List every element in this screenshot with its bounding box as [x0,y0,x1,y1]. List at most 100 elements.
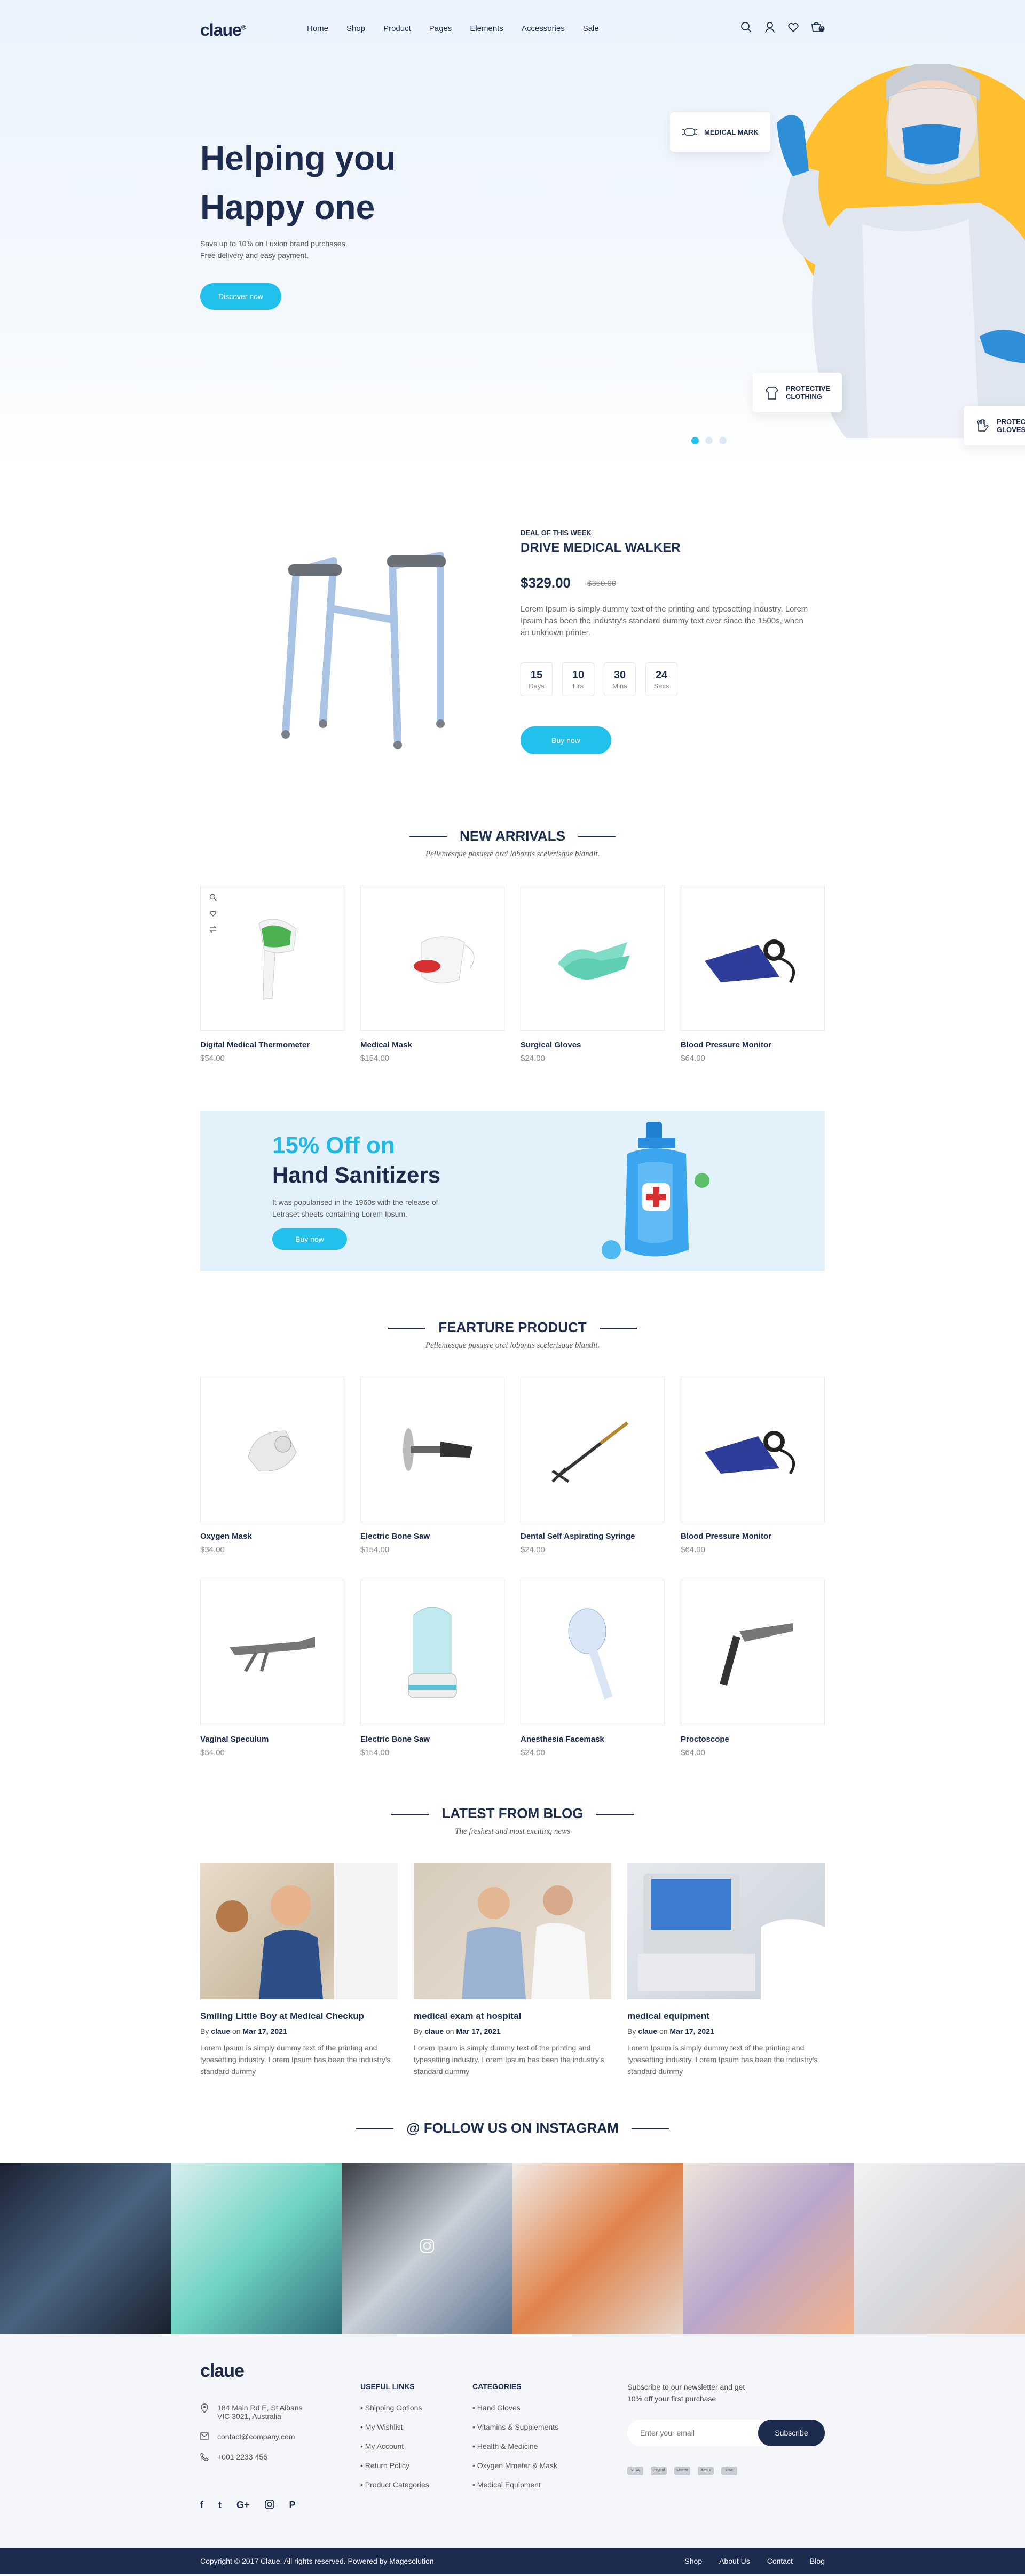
promo-buy-button[interactable]: Buy now [272,1228,347,1250]
footer-link-shipping[interactable]: Shipping Options [360,2403,429,2412]
product-name[interactable]: Electric Bone Saw [360,1735,504,1744]
nav-pages[interactable]: Pages [429,24,452,33]
product-name[interactable]: Electric Bone Saw [360,1532,504,1541]
footer-link-account[interactable]: My Account [360,2442,429,2450]
promo-banner: 15% Off on Hand Sanitizers It was popula… [200,1111,825,1271]
footer-email[interactable]: contact@company.com [217,2432,295,2441]
deal-buy-button[interactable]: Buy now [521,726,611,754]
blog-post[interactable]: Smiling Little Boy at Medical Checkup By… [200,1863,398,2077]
footer-logo[interactable]: claue [200,2361,245,2382]
product-name[interactable]: Medical Mask [360,1040,504,1050]
product-name[interactable]: Vaginal Speculum [200,1735,344,1744]
site-logo[interactable]: claue® [200,20,246,40]
slider-dot-1[interactable] [691,437,699,444]
blog-image[interactable] [414,1863,611,1999]
product-card[interactable]: Oxygen Mask $34.00 [200,1377,344,1554]
nav-product[interactable]: Product [383,24,411,33]
wishlist-icon[interactable] [209,910,217,917]
product-card[interactable]: Blood Pressure Monitor $64.00 [681,1377,825,1554]
product-name[interactable]: Digital Medical Thermometer [200,1040,344,1050]
heart-icon[interactable] [787,21,799,33]
nav-sale[interactable]: Sale [583,24,599,33]
footer-link-wishlist[interactable]: My Wishlist [360,2423,429,2431]
footer-phone[interactable]: +001 2233 456 [217,2453,267,2461]
bottom-link-about[interactable]: About Us [719,2557,750,2565]
compare-icon[interactable] [209,926,217,933]
product-name[interactable]: Blood Pressure Monitor [681,1532,825,1541]
discover-now-button[interactable]: Discover now [200,283,281,310]
instagram-photo[interactable] [683,2163,854,2334]
instagram-photo[interactable] [171,2163,342,2334]
blog-image[interactable] [200,1863,398,1999]
facebook-icon[interactable]: f [200,2500,203,2511]
mask-icon [682,126,698,138]
blog-meta: By claue on Mar 17, 2021 [414,2027,501,2035]
product-card[interactable]: Surgical Gloves $24.00 [521,886,665,1063]
blog-post[interactable]: medical exam at hospital By claue on Mar… [414,1863,611,2077]
payment-icons: VISA PayPal Master AmEx Disc [627,2467,737,2475]
nav-home[interactable]: Home [307,24,328,33]
product-name[interactable]: Oxygen Mask [200,1532,344,1541]
chip-protective-gloves[interactable]: PROTECTIVE GLOVES [964,406,1025,445]
blog-image[interactable] [627,1863,825,1999]
deal-price: $329.00 [521,575,571,591]
blog-excerpt: Lorem Ipsum is simply dummy text of the … [200,2043,391,2076]
product-image [681,1377,825,1522]
slider-dot-3[interactable] [719,437,727,444]
category-link[interactable]: Vitamins & Supplements [472,2423,558,2431]
footer-link-return[interactable]: Return Policy [360,2461,429,2470]
countdown-days: 15 Days [521,662,553,696]
product-card[interactable]: Anesthesia Facemask $24.00 [521,1580,665,1757]
instagram-photo[interactable] [0,2163,171,2334]
cart-icon[interactable]: 0 [811,21,825,33]
instagram-icon[interactable] [264,2500,274,2511]
category-link[interactable]: Medical Equipment [472,2480,558,2489]
blog-post-title[interactable]: medical exam at hospital [414,2011,611,2022]
pinterest-icon[interactable]: P [289,2500,296,2511]
bottom-link-contact[interactable]: Contact [767,2557,793,2565]
user-icon[interactable] [764,21,776,33]
search-icon[interactable] [740,21,752,33]
product-card[interactable]: Dental Self Aspirating Syringe $24.00 [521,1377,665,1554]
bottom-link-shop[interactable]: Shop [684,2557,702,2565]
product-name[interactable]: Anesthesia Facemask [521,1735,665,1744]
nav-accessories[interactable]: Accessories [522,24,565,33]
nav-elements[interactable]: Elements [470,24,503,33]
footer-link-categories[interactable]: Product Categories [360,2480,429,2489]
quick-view-icon[interactable] [209,894,217,901]
chip-medical-mask[interactable]: MEDICAL MARK [670,112,770,152]
category-link[interactable]: Hand Gloves [472,2403,558,2412]
product-card[interactable]: Electric Bone Saw $154.00 [360,1580,504,1757]
product-card[interactable]: Digital Medical Thermometer $54.00 [200,886,344,1063]
product-card[interactable]: Blood Pressure Monitor $64.00 [681,886,825,1063]
product-name[interactable]: Proctoscope [681,1735,825,1744]
chip-protective-clothing[interactable]: PROTECTIVE CLOTHING [753,373,842,412]
category-link[interactable]: Health & Medicine [472,2442,558,2450]
instagram-photo[interactable] [342,2163,512,2334]
product-card[interactable]: Proctoscope $64.00 [681,1580,825,1757]
site-header: claue® Home Shop Product Pages Elements … [200,0,825,59]
amex-icon: AmEx [698,2467,714,2475]
subscribe-button[interactable]: Subscribe [758,2420,825,2446]
nav-shop[interactable]: Shop [346,24,365,33]
product-card[interactable]: Vaginal Speculum $54.00 [200,1580,344,1757]
blog-post-title[interactable]: medical equipment [627,2011,825,2022]
blog-post[interactable]: medical equipment By claue on Mar 17, 20… [627,1863,825,2077]
category-link[interactable]: Oxygen Mmeter & Mask [472,2461,558,2470]
product-name[interactable]: Dental Self Aspirating Syringe [521,1532,665,1541]
google-plus-icon[interactable]: G+ [236,2500,250,2511]
twitter-icon[interactable]: t [218,2500,222,2511]
instagram-photo[interactable] [854,2163,1025,2334]
main-nav: Home Shop Product Pages Elements Accesso… [307,24,599,33]
product-price: $154.00 [360,1545,390,1554]
bottom-link-blog[interactable]: Blog [810,2557,825,2565]
blog-post-title[interactable]: Smiling Little Boy at Medical Checkup [200,2011,398,2022]
instagram-photo[interactable] [512,2163,683,2334]
product-name[interactable]: Surgical Gloves [521,1040,665,1050]
slider-dot-2[interactable] [705,437,713,444]
newsletter-email-input[interactable] [640,2420,747,2446]
promo-description: It was popularised in the 1960s with the… [272,1198,438,1218]
product-card[interactable]: Electric Bone Saw $154.00 [360,1377,504,1554]
product-card[interactable]: Medical Mask $154.00 [360,886,504,1063]
product-name[interactable]: Blood Pressure Monitor [681,1040,825,1050]
